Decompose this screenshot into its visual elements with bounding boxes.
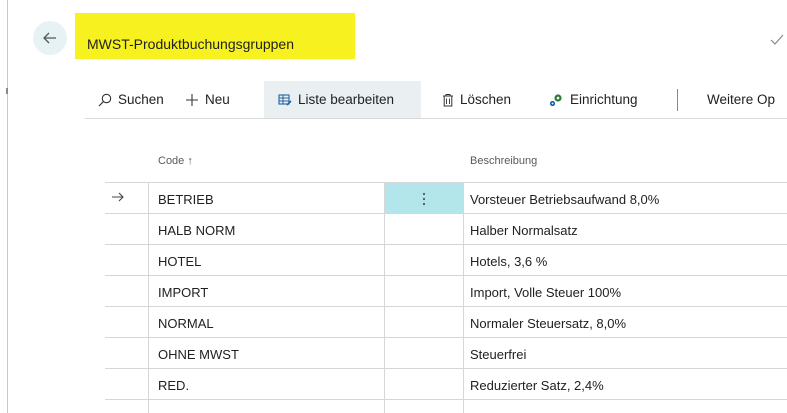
description-cell[interactable]: Normaler Steuersatz, 8,0% [470, 316, 626, 331]
table-row[interactable]: OHNE MWST Steuerfrei [105, 338, 787, 369]
edit-list-button[interactable]: Liste bearbeiten [264, 81, 421, 118]
table-row[interactable]: BETRIEB Vorsteuer Betriebsaufwand 8,0% [105, 183, 787, 214]
description-cell[interactable]: Steuerfrei [470, 347, 526, 362]
left-divider [7, 0, 8, 413]
row-arrow-icon [112, 192, 124, 202]
row-actions-button[interactable] [385, 183, 463, 214]
code-cell[interactable]: RED. [158, 378, 189, 393]
trash-icon [443, 93, 453, 106]
new-button[interactable]: Neu [185, 81, 230, 118]
column-header-code[interactable]: Code ↑ [158, 155, 193, 167]
left-divider-marker [6, 88, 8, 94]
search-icon [98, 93, 112, 106]
edit-list-label: Liste bearbeiten [298, 92, 395, 107]
check-icon[interactable] [770, 33, 784, 47]
more-vertical-icon [422, 192, 426, 205]
delete-label: Löschen [460, 92, 512, 107]
table-row[interactable]: IMPORT Import, Volle Steuer 100% [105, 276, 787, 307]
new-label: Neu [205, 92, 230, 107]
code-cell[interactable]: NORMAL [158, 316, 214, 331]
search-button[interactable]: Suchen [98, 81, 164, 118]
description-cell[interactable]: Halber Normalsatz [470, 223, 578, 238]
toolbar-divider [85, 118, 787, 119]
action-bar: Suchen Neu Liste bearbeiten Löschen Einr… [90, 81, 787, 118]
code-cell[interactable]: BETRIEB [158, 192, 214, 207]
setup-button[interactable]: Einrichtung [548, 81, 638, 118]
delete-button[interactable]: Löschen [442, 81, 511, 118]
settings-icon [549, 93, 562, 106]
setup-label: Einrichtung [570, 92, 638, 107]
table-row[interactable]: HALB NORM Halber Normalsatz [105, 214, 787, 245]
code-cell[interactable]: HALB NORM [158, 223, 235, 238]
code-cell[interactable]: IMPORT [158, 285, 208, 300]
search-label: Suchen [118, 92, 164, 107]
column-header-description[interactable]: Beschreibung [470, 155, 537, 167]
table-row[interactable]: HOTEL Hotels, 3,6 % [105, 245, 787, 276]
more-options-button[interactable]: Weitere Op [707, 81, 775, 118]
description-cell[interactable]: Reduzierter Satz, 2,4% [470, 378, 604, 393]
back-arrow-icon [43, 32, 56, 44]
description-cell[interactable]: Hotels, 3,6 % [470, 254, 547, 269]
code-cell[interactable]: HOTEL [158, 254, 201, 269]
code-cell[interactable]: OHNE MWST [158, 347, 239, 362]
page-title: MWST-Produktbuchungsgruppen [87, 36, 294, 52]
description-cell[interactable]: Vorsteuer Betriebsaufwand 8,0% [470, 192, 659, 207]
table-row[interactable]: NORMAL Normaler Steuersatz, 8,0% [105, 307, 787, 338]
more-label: Weitere Op [707, 92, 776, 107]
table-row[interactable]: RED. Reduzierter Satz, 2,4% [105, 369, 787, 400]
edit-list-icon [278, 93, 292, 106]
toolbar-separator [677, 89, 678, 111]
back-button[interactable] [33, 21, 67, 55]
description-cell[interactable]: Import, Volle Steuer 100% [470, 285, 621, 300]
plus-icon [186, 93, 198, 106]
